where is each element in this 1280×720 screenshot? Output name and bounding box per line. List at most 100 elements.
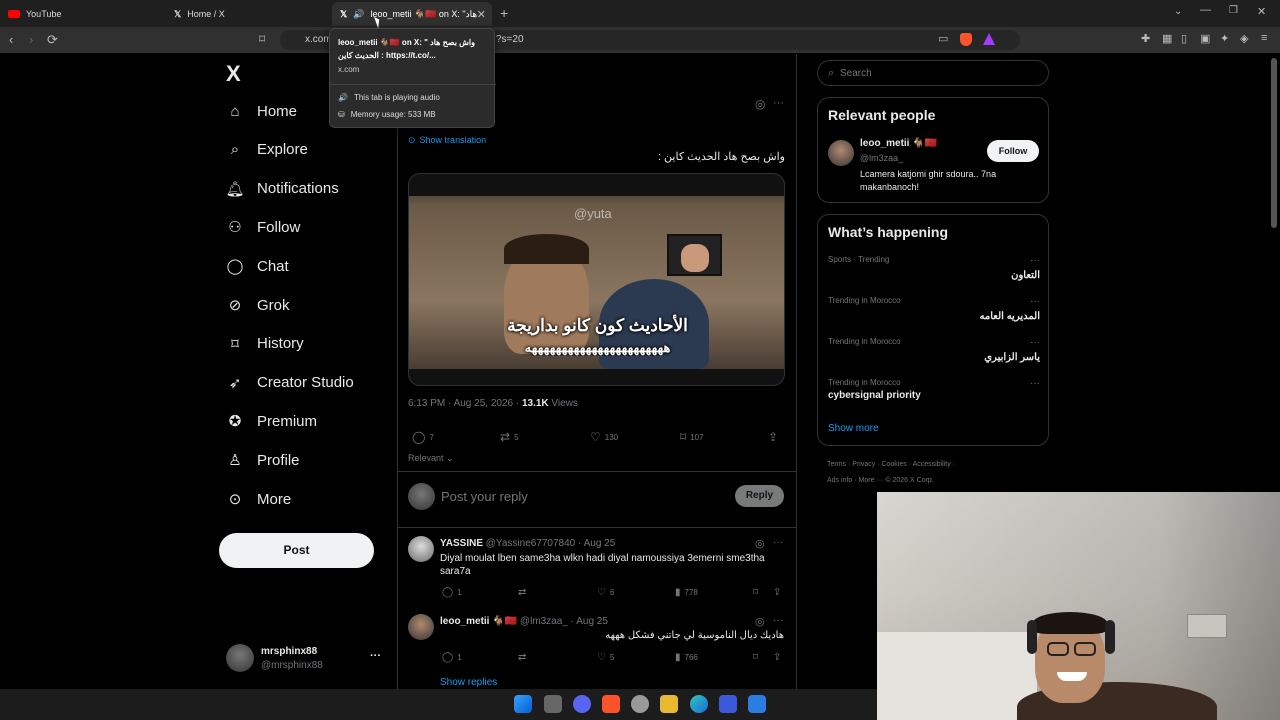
trend-more-icon[interactable]: ···	[1030, 337, 1040, 348]
wallet-icon[interactable]: ▣	[1200, 32, 1210, 45]
tweet-timestamp[interactable]: 6:13 PM · Aug 25, 2026 ·	[408, 398, 522, 409]
show-more-link[interactable]: Show more	[828, 423, 879, 434]
sidebar-icon[interactable]: ▯	[1181, 32, 1187, 45]
sort-dropdown[interactable]: Relevant ⌄	[408, 453, 454, 464]
sidebar-item-profile[interactable]: ♙ Profile	[226, 451, 299, 470]
tweet-more-icon[interactable]: ···	[773, 97, 784, 109]
tab-youtube[interactable]: YouTube	[0, 2, 166, 26]
repost-action[interactable]: ⇄ 5	[500, 430, 519, 444]
reply-more-icon[interactable]: ···	[773, 537, 783, 548]
reply-2-share[interactable]: ⇪	[773, 652, 781, 663]
forward-icon[interactable]: ›	[29, 32, 33, 47]
edge-icon[interactable]	[690, 695, 708, 713]
bookmark-action[interactable]: ⌑ 107	[680, 430, 704, 444]
tab-tweet[interactable]: 𝕏 🔊 leoo_metii 🐐🇲🇦 on X: "واش بصح هاد ✕	[332, 2, 492, 26]
sidebar-item-creator-studio[interactable]: ➶ Creator Studio	[226, 374, 354, 392]
windows-start-icon[interactable]	[514, 695, 532, 713]
reply-input[interactable]: Post your reply	[441, 489, 528, 504]
reply-more-icon[interactable]: ···	[773, 615, 783, 626]
reply-2-reply[interactable]: ◯ 1	[442, 652, 462, 663]
search-box[interactable]: ⌕ Search	[817, 60, 1049, 86]
steam-icon[interactable]	[631, 695, 649, 713]
trend-more-icon[interactable]: ···	[1030, 378, 1040, 389]
store-icon[interactable]	[719, 695, 737, 713]
vpn-icon[interactable]: ◈	[1240, 32, 1248, 45]
reply-2-bookmark[interactable]: ⌑	[753, 652, 758, 663]
file-explorer-icon[interactable]	[660, 695, 678, 713]
sidebar-item-notifications[interactable]: 🔔︎ Notifications	[225, 180, 338, 198]
reply-1-views[interactable]: ▮ 778	[675, 587, 698, 598]
brave-icon[interactable]	[602, 695, 620, 713]
trend-item[interactable]: Trending in Morocco المديريه العامه ···	[828, 296, 1040, 322]
reply-1-reply[interactable]: ◯ 1	[442, 587, 462, 598]
footer-links-2[interactable]: Ads info · More ··· © 2026 X Corp.	[827, 477, 934, 484]
reply-2-like[interactable]: ♡ 5	[597, 652, 614, 663]
reply-1-name[interactable]: YASSINE	[440, 538, 483, 549]
like-action[interactable]: ♡ 130	[590, 430, 618, 444]
reply-1-bookmark[interactable]: ⌑	[753, 587, 758, 598]
reply-action[interactable]: ◯ 7	[412, 430, 434, 444]
trend-item[interactable]: Trending in Morocco ياسر الزابيري ···	[828, 337, 1040, 363]
sidebar-item-grok[interactable]: ⊘ Grok	[226, 296, 290, 315]
sidebar-item-follow[interactable]: ⚇ Follow	[226, 218, 300, 237]
tab-home-x[interactable]: 𝕏 Home / X	[166, 2, 332, 26]
reply-2-views[interactable]: ▮ 766	[675, 652, 698, 663]
bookmark-page-icon[interactable]: ⌑	[259, 32, 265, 46]
trend-more-icon[interactable]: ···	[1030, 296, 1040, 307]
tweet-media-video[interactable]: @yuta الأحاديث كون كانو بداريجة هههههههه…	[408, 173, 785, 386]
task-view-icon[interactable]	[544, 695, 562, 713]
reply-2-name[interactable]: leoo_metii 🐐🇲🇦	[440, 616, 517, 627]
cast-icon[interactable]: ▭	[938, 32, 948, 45]
restore-icon[interactable]: ❐	[1229, 5, 1238, 16]
trend-item[interactable]: Trending in Morocco cybersignal priority ·…	[828, 378, 1040, 401]
reply-2-avatar[interactable]	[408, 614, 434, 640]
sidebar-item-home[interactable]: ⌂ Home	[226, 102, 297, 120]
reply-1-repost[interactable]: ⇄	[518, 587, 526, 598]
minimize-icon[interactable]: —	[1200, 4, 1211, 16]
reply-1-like[interactable]: ♡ 6	[597, 587, 614, 598]
close-window-icon[interactable]: ✕	[1257, 5, 1266, 18]
reply-2-repost[interactable]: ⇄	[518, 652, 526, 663]
follow-button[interactable]: Follow	[987, 140, 1039, 162]
grok-explain-icon[interactable]: ◎	[755, 615, 765, 628]
sidebar-item-chat[interactable]: ◯ Chat	[226, 257, 289, 276]
new-tab-button[interactable]: +	[500, 5, 508, 21]
person-name[interactable]: leoo_metii 🐐🇲🇦	[860, 138, 937, 149]
grok-explain-icon[interactable]: ◎	[755, 97, 765, 111]
ai-icon[interactable]: ✦	[1220, 32, 1229, 45]
post-button[interactable]: Post	[219, 533, 374, 568]
share-action[interactable]: ⇪	[768, 430, 778, 444]
discord-icon[interactable]	[573, 695, 591, 713]
trend-more-icon[interactable]: ···	[1030, 255, 1040, 266]
person-avatar[interactable]	[828, 140, 854, 166]
trend-item[interactable]: Sports · Trending التعاون ···	[828, 255, 1040, 281]
brave-shield-icon[interactable]	[960, 33, 972, 46]
divider	[397, 471, 797, 472]
search-input[interactable]: Search	[840, 68, 872, 79]
account-name[interactable]: mrsphinx88	[261, 646, 317, 657]
reply-1-share[interactable]: ⇪	[773, 587, 781, 598]
show-translation-link[interactable]: ⊙ Show translation	[408, 135, 486, 146]
reply-button[interactable]: Reply	[735, 485, 784, 507]
account-avatar[interactable]	[226, 644, 254, 672]
tab-list-icon[interactable]: ⌄	[1174, 6, 1182, 17]
browser-menu-icon[interactable]: ≡	[1261, 32, 1267, 44]
show-replies-link[interactable]: Show replies	[440, 677, 497, 688]
reload-icon[interactable]: ⟳	[47, 32, 58, 48]
sidebar-item-history[interactable]: ⌑ History	[226, 335, 304, 353]
sidebar-item-premium[interactable]: ✪ Premium	[226, 412, 317, 431]
menu-grid-icon[interactable]: ▦	[1162, 32, 1172, 45]
back-icon[interactable]: ‹	[9, 32, 13, 47]
close-tab-icon[interactable]: ✕	[477, 8, 486, 21]
sidebar-item-explore[interactable]: ⌕ Explore	[226, 141, 308, 159]
grok-explain-icon[interactable]: ◎	[755, 537, 765, 550]
x-logo[interactable]: X	[226, 61, 241, 87]
account-more-icon[interactable]: ···	[370, 650, 381, 662]
extensions-icon[interactable]: ✚	[1141, 32, 1150, 45]
sidebar-item-more[interactable]: ⊙ More	[226, 490, 291, 509]
mail-icon[interactable]	[748, 695, 766, 713]
footer-links-1[interactable]: Terms · Privacy · Cookies · Accessibilit…	[827, 461, 955, 468]
page-scrollbar[interactable]	[1271, 58, 1277, 228]
reply-1-avatar[interactable]	[408, 536, 434, 562]
brave-rewards-icon[interactable]	[983, 33, 995, 45]
